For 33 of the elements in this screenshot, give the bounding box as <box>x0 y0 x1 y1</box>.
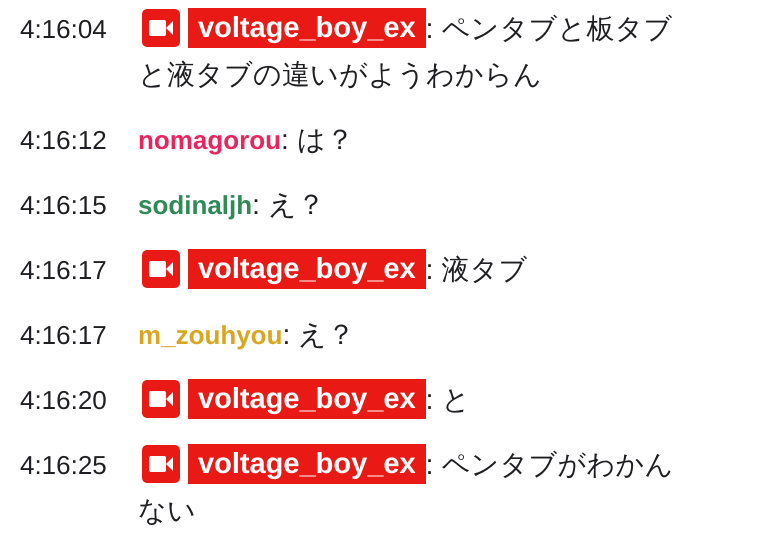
separator: : <box>426 384 434 415</box>
separator: : <box>426 254 434 285</box>
username[interactable]: sodinaljh <box>138 190 252 220</box>
video-camera-icon <box>142 8 180 47</box>
separator: : <box>282 319 290 350</box>
username-badge[interactable]: voltage_boy_ex <box>188 248 426 289</box>
message-text: ない <box>138 494 196 528</box>
message-text: と液タブの違いがようわからん <box>138 58 542 92</box>
video-camera-icon <box>142 380 180 418</box>
message-text: え？ <box>298 319 356 350</box>
message-text: ペンタブと板タブ <box>441 13 672 44</box>
separator: : <box>426 449 434 480</box>
timestamp: 4:16:25 <box>20 449 108 482</box>
video-camera-icon <box>142 250 180 288</box>
message-text: ペンタブがわかん <box>441 449 674 480</box>
username-badge[interactable]: voltage_boy_ex <box>188 378 426 419</box>
username[interactable]: nomagorou <box>138 125 281 155</box>
separator: : <box>252 189 260 220</box>
timestamp: 4:16:04 <box>20 13 108 46</box>
username-badge[interactable]: voltage_boy_ex <box>188 444 426 484</box>
separator: : <box>426 13 434 44</box>
message-text: 液タブ <box>441 254 528 285</box>
timestamp: 4:16:15 <box>20 189 108 222</box>
timestamp: 4:16:17 <box>20 254 108 287</box>
timestamp: 4:16:17 <box>20 319 108 352</box>
separator: : <box>281 124 289 155</box>
message-text: え？ <box>268 189 325 220</box>
video-camera-icon <box>142 444 180 483</box>
username-badge[interactable]: voltage_boy_ex <box>188 8 426 48</box>
message-text: は？ <box>296 124 354 155</box>
timestamp: 4:16:12 <box>20 124 108 157</box>
timestamp: 4:16:20 <box>20 384 108 417</box>
message-text: と <box>441 384 470 415</box>
